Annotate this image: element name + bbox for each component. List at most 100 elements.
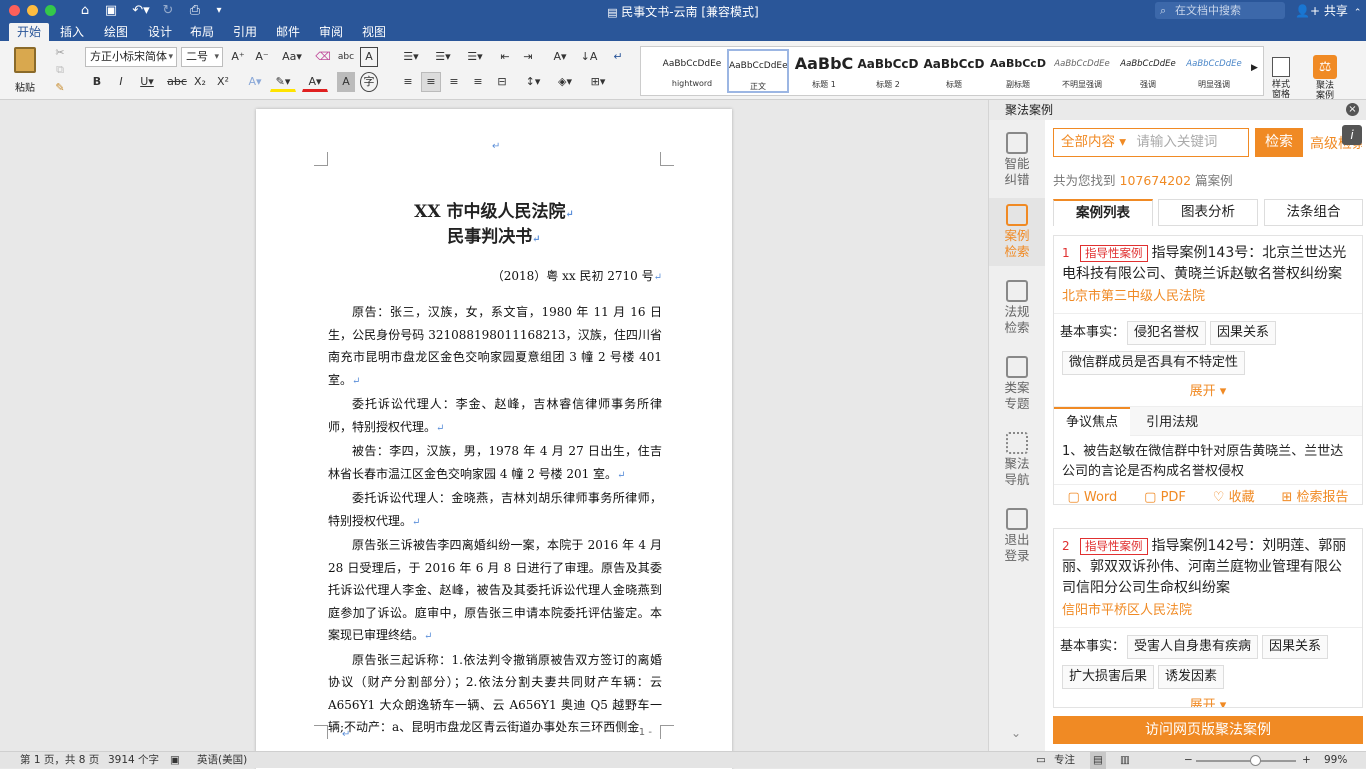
asian-layout-icon[interactable]: A▾ xyxy=(546,47,574,67)
justify-icon[interactable]: ≡ xyxy=(468,72,488,92)
proofing-icon[interactable]: ▣ xyxy=(170,752,180,769)
tab-insert[interactable]: 插入 xyxy=(52,23,92,41)
expand-toggle[interactable]: 展开 ▾ xyxy=(1054,696,1362,707)
superscript-icon[interactable]: X² xyxy=(213,72,233,92)
focus-mode[interactable]: 专注 xyxy=(1054,752,1075,769)
fact-tag[interactable]: 微信群成员是否具有不特定性 xyxy=(1062,351,1246,375)
increase-indent-icon[interactable]: ⇥ xyxy=(518,47,538,67)
fact-tag[interactable]: 因果关系 xyxy=(1262,635,1329,659)
phonetic-guide-icon[interactable]: abc xyxy=(336,47,356,67)
decrease-indent-icon[interactable]: ⇤ xyxy=(495,47,515,67)
style-emphasis[interactable]: AaBbCcDdEe 强调 xyxy=(1117,49,1179,93)
strikethrough-icon[interactable]: abc xyxy=(166,72,188,92)
style-heading-1[interactable]: AaBbC 标题 1 xyxy=(793,49,855,93)
case-card[interactable]: 2 指导性案例 指导案例142号：刘明莲、郭丽丽、郭双双诉孙伟、河南兰庭物业管理有限… xyxy=(1053,528,1363,708)
bullets-icon[interactable]: ☰▾ xyxy=(396,47,426,67)
fact-tag[interactable]: 扩大损害后果 xyxy=(1062,665,1155,689)
case-title[interactable]: 1 指导性案例 指导案例143号：北京兰世达光电科技有限公司、黄晓兰诉赵敏名誉权纠纷… xyxy=(1054,236,1362,285)
expand-toggle[interactable]: 展开 ▾ xyxy=(1054,382,1362,402)
style-intense-emphasis[interactable]: AaBbCcDdEe 明显强调 xyxy=(1183,49,1245,93)
tab-review[interactable]: 审阅 xyxy=(311,23,351,41)
align-right-icon[interactable]: ≡ xyxy=(444,72,464,92)
clear-format-icon[interactable]: ⌫ xyxy=(312,47,334,67)
copy-icon[interactable]: ⧉ xyxy=(52,60,68,80)
underline-icon[interactable]: U▾ xyxy=(135,72,159,92)
italic-icon[interactable]: I xyxy=(112,72,130,92)
shrink-font-icon[interactable]: A⁻ xyxy=(251,47,273,67)
chevron-up-icon[interactable]: ⌃ xyxy=(1354,8,1362,18)
char-shading-icon[interactable]: A xyxy=(337,72,355,92)
favorite-button[interactable]: ♡ 收藏 xyxy=(1213,485,1255,511)
court-link[interactable]: 北京市第三中级人民法院 xyxy=(1054,285,1362,313)
line-spacing-icon[interactable]: ↕▾ xyxy=(520,72,546,92)
search-document-input[interactable]: ⌕ 在文档中搜索 xyxy=(1155,2,1285,19)
sidebar-item-law-search[interactable]: 法规 检索 xyxy=(989,274,1045,342)
web-layout-icon[interactable]: ▥ xyxy=(1120,752,1130,769)
styles-pane-button[interactable]: 样式 窗格 xyxy=(1266,45,1296,100)
font-color-icon[interactable]: A▾ xyxy=(302,72,328,92)
show-marks-icon[interactable]: ↵ xyxy=(607,47,629,67)
search-button[interactable]: 检索 xyxy=(1255,128,1303,157)
focus-icon[interactable]: ▭ xyxy=(1036,752,1046,769)
char-border-icon[interactable]: A xyxy=(360,47,378,67)
highlight-icon[interactable]: ✎▾ xyxy=(270,72,296,92)
document-page[interactable]: ↵ XX 市中级人民法院↵ 民事判决书↵ （2018）粤 xx 民初 2710 … xyxy=(256,109,732,769)
keyword-input[interactable]: 请输入关键词 xyxy=(1136,134,1217,150)
numbering-icon[interactable]: ☰▾ xyxy=(428,47,458,67)
tab-chart-analysis[interactable]: 图表分析 xyxy=(1158,199,1258,226)
styles-more-arrow-icon[interactable]: ▶ xyxy=(1251,63,1258,73)
align-left-icon[interactable]: ≡ xyxy=(398,72,418,92)
font-name-select[interactable]: 方正小标宋简体 xyxy=(85,47,177,67)
style-title[interactable]: AaBbCcD 标题 xyxy=(923,49,985,93)
document-area[interactable]: ↵ XX 市中级人民法院↵ 民事判决书↵ （2018）粤 xx 民初 2710 … xyxy=(0,100,988,769)
tab-cited-laws[interactable]: 引用法规 xyxy=(1134,409,1210,437)
print-layout-icon[interactable]: ▤ xyxy=(1090,752,1106,769)
font-size-select[interactable]: 二号 xyxy=(181,47,223,67)
paste-button[interactable]: 粘贴 xyxy=(8,45,42,95)
share-button[interactable]: 👤+ 共享 ⌃ xyxy=(1295,2,1361,19)
tab-layout[interactable]: 布局 xyxy=(182,23,222,41)
tab-case-list[interactable]: 案例列表 xyxy=(1053,199,1153,226)
sort-icon[interactable]: ↓A xyxy=(578,47,600,67)
zoom-slider-thumb[interactable] xyxy=(1250,755,1261,766)
case-card[interactable]: 1 指导性案例 指导案例143号：北京兰世达光电科技有限公司、黄晓兰诉赵敏名誉权纠纷… xyxy=(1053,235,1363,505)
sidebar-item-logout[interactable]: 退出 登录 xyxy=(989,502,1045,570)
download-word-button[interactable]: ▢ Word xyxy=(1067,485,1117,511)
fact-tag[interactable]: 受害人自身患有疾病 xyxy=(1127,635,1259,659)
distributed-icon[interactable]: ⊟ xyxy=(492,72,512,92)
word-count[interactable]: 3914 个字 xyxy=(108,752,159,769)
fact-tag[interactable]: 因果关系 xyxy=(1210,321,1277,345)
tab-mailings[interactable]: 邮件 xyxy=(268,23,308,41)
scope-select[interactable]: 全部内容 ▾ xyxy=(1061,134,1126,150)
zoom-out-icon[interactable]: − xyxy=(1184,752,1193,769)
grow-font-icon[interactable]: A⁺ xyxy=(227,47,249,67)
style-heading-2[interactable]: AaBbCcD 标题 2 xyxy=(857,49,919,93)
download-pdf-button[interactable]: ▢ PDF xyxy=(1144,485,1186,511)
fact-tag[interactable]: 侵犯名誉权 xyxy=(1127,321,1207,345)
align-center-icon[interactable]: ≡ xyxy=(421,72,441,92)
zoom-in-icon[interactable]: + xyxy=(1302,752,1311,769)
style-hightword[interactable]: AaBbCcDdEe hightword xyxy=(661,49,723,93)
court-link[interactable]: 信阳市平桥区人民法院 xyxy=(1054,599,1362,627)
text-effects-icon[interactable]: A▾ xyxy=(243,72,267,92)
enclose-char-icon[interactable]: 字 xyxy=(360,72,378,92)
sidebar-item-smart-correct[interactable]: 智能 纠错 xyxy=(989,126,1045,194)
info-icon[interactable]: i xyxy=(1342,125,1362,145)
tab-law-combo[interactable]: 法条组合 xyxy=(1264,199,1363,226)
zoom-level[interactable]: 99% xyxy=(1324,752,1347,769)
subscript-icon[interactable]: X₂ xyxy=(190,72,210,92)
close-panel-icon[interactable]: × xyxy=(1346,103,1359,116)
style-normal[interactable]: AaBbCcDdEe 正文 xyxy=(727,49,789,93)
tab-design[interactable]: 设计 xyxy=(140,23,180,41)
tab-references[interactable]: 引用 xyxy=(225,23,265,41)
search-report-button[interactable]: ⊞ 检索报告 xyxy=(1281,485,1348,511)
collapse-down-icon[interactable]: ⌄ xyxy=(1011,726,1021,740)
language-indicator[interactable]: 英语(美国) xyxy=(197,752,247,769)
multilevel-list-icon[interactable]: ☰▾ xyxy=(460,47,490,67)
sidebar-item-case-topics[interactable]: 类案 专题 xyxy=(989,350,1045,418)
change-case-icon[interactable]: Aa▾ xyxy=(278,47,306,67)
sidebar-item-navigation[interactable]: 聚法 导航 xyxy=(989,426,1045,494)
zoom-slider[interactable] xyxy=(1196,760,1296,762)
style-subtle-emphasis[interactable]: AaBbCcDdEe 不明显强调 xyxy=(1051,49,1113,93)
tab-home[interactable]: 开始 xyxy=(9,23,50,41)
